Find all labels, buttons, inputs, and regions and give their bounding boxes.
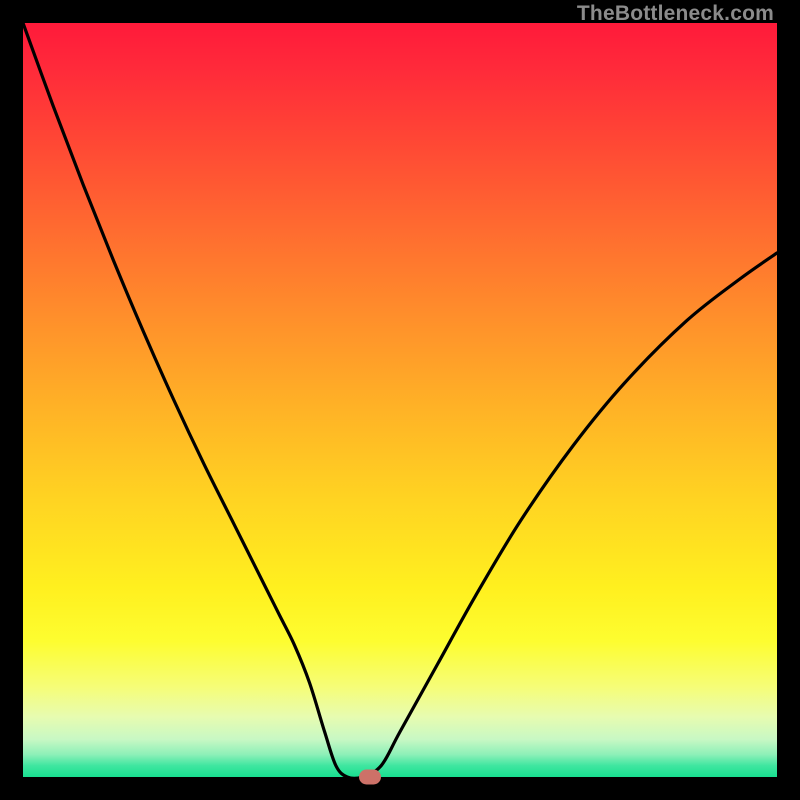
chart-frame: TheBottleneck.com bbox=[0, 0, 800, 800]
plot-area bbox=[23, 23, 777, 777]
optimal-point-marker bbox=[359, 770, 381, 785]
bottleneck-curve bbox=[23, 23, 777, 777]
